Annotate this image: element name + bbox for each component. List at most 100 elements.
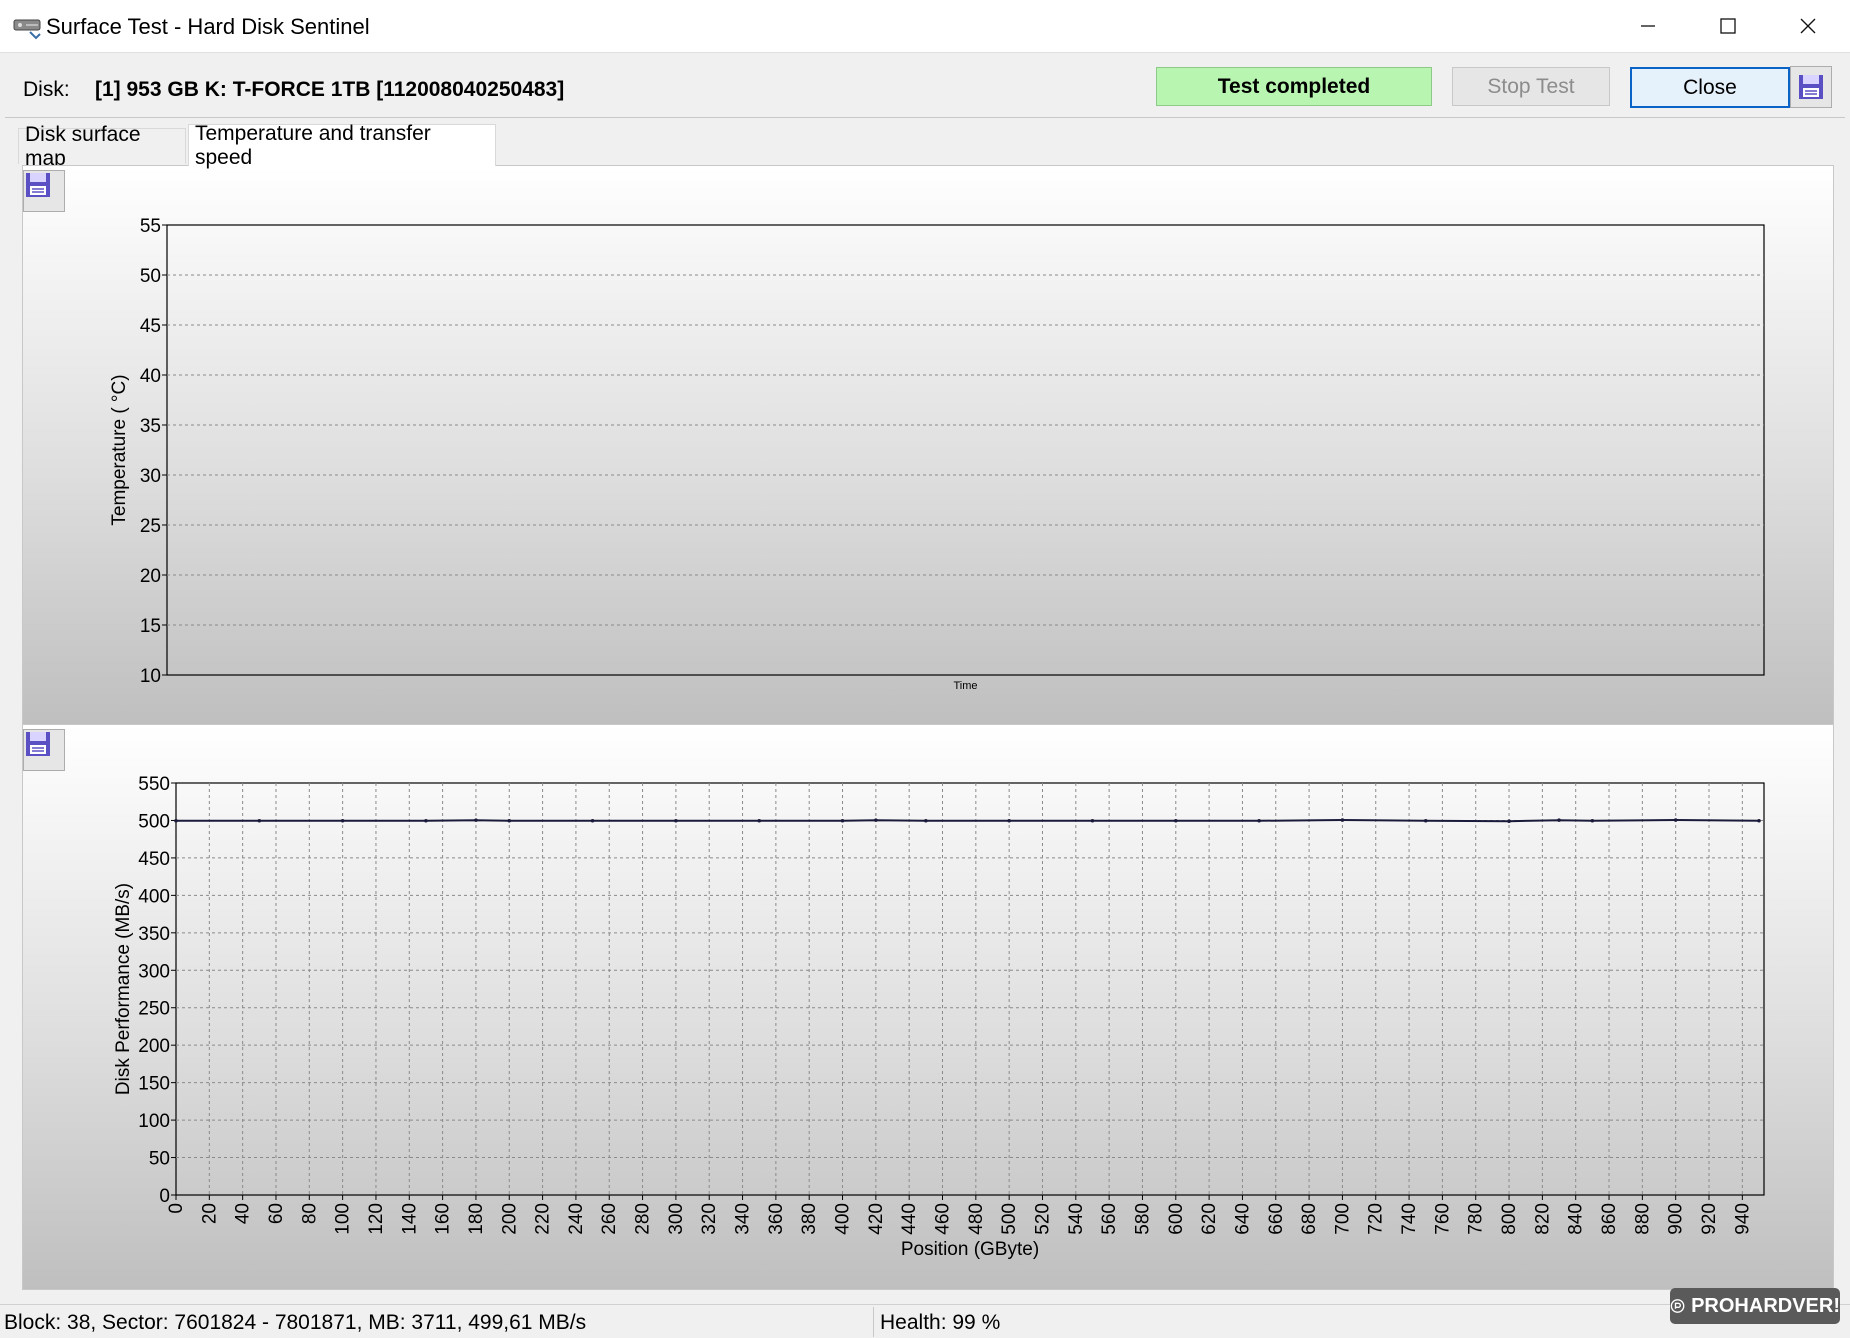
speed-series-line (176, 818, 1760, 823)
x-tick-label: 800 (1499, 1203, 1520, 1235)
save-temperature-chart-button[interactable] (23, 170, 65, 212)
y-tick-label: 200 (138, 1036, 170, 1057)
maximize-icon (1720, 18, 1736, 34)
speed-data-point (257, 818, 262, 823)
x-tick-label: 580 (1132, 1203, 1153, 1235)
transfer-speed-chart: 0 50 100 150 200 250 300 350 400 450 500 550 Disk Pe… (113, 774, 1765, 1260)
y-tick-label: 30 (140, 466, 161, 487)
x-tick-label: 400 (833, 1203, 854, 1235)
speed-data-point (1757, 818, 1761, 823)
x-tick-label: 160 (433, 1203, 454, 1235)
x-tick-label: 60 (266, 1203, 287, 1224)
speed-data-point (874, 818, 878, 822)
speed-data-point (840, 818, 845, 823)
stop-test-button[interactable]: Stop Test (1452, 67, 1610, 106)
temperature-chart: 10 15 20 25 30 35 40 45 50 55 Temperature ( °C) Tim… (109, 216, 1765, 692)
minimize-button[interactable] (1608, 0, 1688, 52)
x-tick-label: 420 (866, 1203, 887, 1235)
x-tick-label: 600 (1166, 1203, 1187, 1235)
x-tick-label: 200 (499, 1203, 520, 1235)
x-tick-label: 940 (1732, 1203, 1753, 1235)
speed-data-point (1090, 818, 1095, 823)
floppy-disk-icon (26, 732, 50, 756)
y-tick-label: 50 (149, 1149, 170, 1170)
speed-data-point (340, 818, 345, 823)
close-window-button[interactable] (1768, 0, 1848, 52)
x-tick-label: 120 (366, 1203, 387, 1235)
y-tick-label: 10 (140, 666, 161, 687)
x-tick-label: 440 (899, 1203, 920, 1235)
y-tick-label: 15 (140, 616, 161, 637)
x-tick-label: 900 (1666, 1203, 1687, 1235)
status-badge: Test completed (1156, 67, 1432, 106)
x-tick-label: 660 (1266, 1203, 1287, 1235)
speed-data-point (1173, 818, 1178, 823)
temperature-chart-panel: 10 15 20 25 30 35 40 45 50 55 Temperature ( °C) Tim… (22, 165, 1834, 725)
y-tick-label: 500 (138, 811, 170, 832)
y-tick-label: 400 (138, 886, 170, 907)
health-text: Health: 99 % (880, 1311, 1001, 1334)
speed-data-point (507, 818, 512, 823)
x-tick-label: 460 (933, 1203, 954, 1235)
y-tick-label: 450 (138, 849, 170, 870)
block-info-text: Block: 38, Sector: 7601824 - 7801871, MB… (4, 1311, 587, 1334)
x-tick-label: 300 (666, 1203, 687, 1235)
x-tick-label: 620 (1199, 1203, 1220, 1235)
x-tick-label: 640 (1232, 1203, 1253, 1235)
speed-data-point (1590, 818, 1595, 823)
x-tick-label: 480 (966, 1203, 987, 1235)
x-tick-label: 860 (1599, 1203, 1620, 1235)
x-tick-label: 920 (1699, 1203, 1720, 1235)
x-tick-label: 40 (233, 1203, 254, 1224)
maximize-button[interactable] (1688, 0, 1768, 52)
tab-temperature-and-transfer-speed[interactable]: Temperature and transfer speed (188, 122, 496, 169)
x-tick-label: 520 (1032, 1203, 1053, 1235)
speed-data-point (174, 818, 178, 823)
speed-data-point (1423, 818, 1428, 823)
y-axis-title: Temperature ( °C) (109, 374, 130, 525)
speed-data-point (924, 818, 928, 823)
header-separator (5, 117, 1845, 118)
logo-icon (1670, 1299, 1685, 1313)
y-tick-label: 100 (138, 1111, 170, 1132)
close-button[interactable]: Close (1630, 67, 1790, 108)
y-tick-label: 35 (140, 416, 161, 437)
minimize-icon (1641, 25, 1655, 27)
save-report-button[interactable] (1790, 66, 1832, 108)
y-tick-label: 25 (140, 516, 161, 537)
save-speed-chart-button[interactable] (23, 729, 65, 771)
x-axis-title: Time (953, 680, 977, 692)
hard-disk-app-icon (13, 19, 41, 40)
close-label: Close (1683, 75, 1737, 99)
y-tick-label: 50 (140, 266, 161, 287)
y-tick-label: 250 (138, 999, 170, 1020)
x-tick-label: 820 (1532, 1203, 1553, 1235)
speed-data-point (474, 818, 478, 822)
speed-data-point (1673, 818, 1678, 822)
y-tick-label: 550 (138, 774, 170, 795)
y-tick-label: 300 (138, 961, 170, 982)
x-tick-label: 380 (799, 1203, 820, 1235)
x-tick-label: 500 (999, 1203, 1020, 1235)
plot-frame (166, 224, 1765, 676)
tab-label: Disk surface map (25, 122, 141, 170)
x-tick-label: 100 (333, 1203, 354, 1235)
speed-data-point (1257, 818, 1261, 823)
disk-label: Disk: (23, 78, 70, 101)
y-tick-label: 55 (140, 216, 161, 237)
watermark-text: PROHARDVER! (1691, 1294, 1840, 1317)
stop-test-label: Stop Test (1487, 74, 1575, 98)
speed-data-point (1340, 818, 1345, 822)
speed-data-point (1557, 818, 1561, 822)
speed-data-point (424, 818, 428, 823)
x-tick-label: 360 (766, 1203, 787, 1235)
x-tick-label: 880 (1632, 1203, 1653, 1235)
x-tick-label: 140 (399, 1203, 420, 1235)
x-tick-label: 280 (633, 1203, 654, 1235)
x-tick-label: 180 (466, 1203, 487, 1235)
tab-disk-surface-map[interactable]: Disk surface map (18, 123, 186, 170)
x-tick-label: 760 (1432, 1203, 1453, 1235)
x-tick-label: 740 (1399, 1203, 1420, 1235)
x-tick-label: 700 (1332, 1203, 1353, 1235)
watermark-logo: PROHARDVER! (1670, 1288, 1840, 1324)
